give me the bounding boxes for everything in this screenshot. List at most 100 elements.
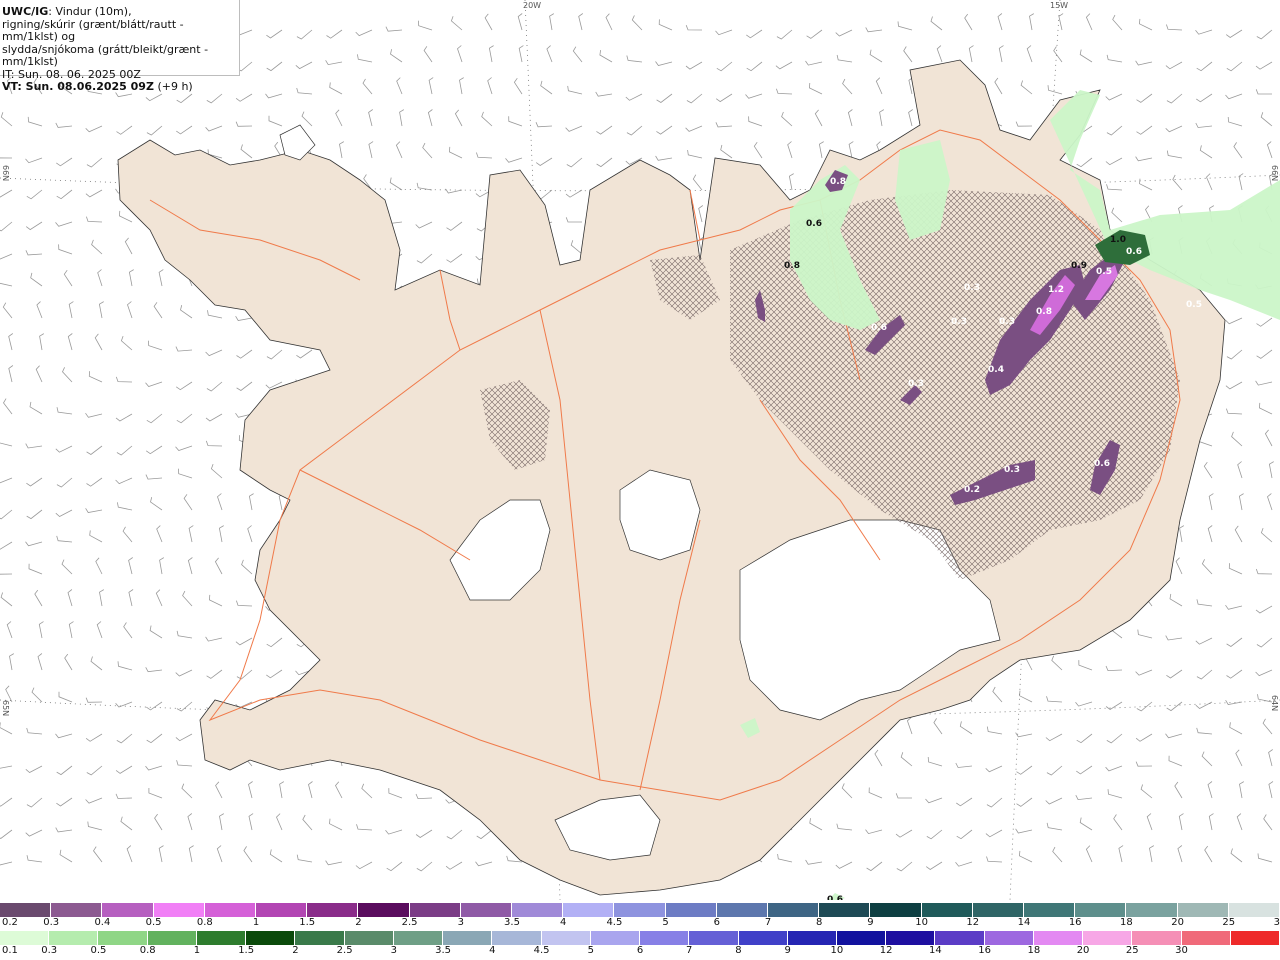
scale-swatch	[1132, 931, 1182, 945]
scale-label: 1.5	[238, 945, 255, 956]
scale-label: 8	[816, 917, 823, 928]
precip-value-label: 0.3	[964, 283, 980, 293]
snow-color-scale: 0.2 0.3 0.4 0.5 0.8 1 1.5 2 2.5 3 3.5 4 4.5 5 6 7 8 9 10 12…	[0, 903, 1280, 931]
valid-time: VT: Sun. 08.06.2025 09Z	[2, 80, 154, 93]
scale-label: 3	[457, 917, 464, 928]
scale-swatch	[738, 931, 788, 945]
precip-value-label: 0.5	[1096, 267, 1112, 277]
scale-swatch	[49, 931, 99, 945]
precip-value-label: 0.6	[871, 323, 887, 333]
scale-label: 9	[867, 917, 874, 928]
scale-swatch	[98, 931, 148, 945]
scale-label: 1	[193, 945, 201, 956]
scale-label: 20	[1171, 917, 1184, 928]
precip-value-label: 0.4	[988, 365, 1004, 375]
scale-label: 4.5	[533, 945, 550, 956]
scale-label: 6	[636, 945, 644, 956]
scale-label: 2	[355, 917, 362, 928]
scale-swatch	[768, 903, 820, 917]
scale-swatch	[443, 931, 493, 945]
scale-swatch	[358, 903, 410, 917]
rain-scale-swatches	[0, 931, 1280, 945]
scale-label: 16	[1068, 917, 1082, 928]
model-name: UWC/IG	[2, 5, 49, 18]
scale-label: 3.5	[504, 917, 520, 928]
rain-color-scale: 0.1 0.3 0.5 0.8 1 1.5 2 2.5 3 3.5 4 4.5 5 6 7 8 9 10 12 14 1…	[0, 931, 1280, 959]
precip-value-label: 0.8	[1036, 307, 1052, 317]
grid-label-66n-left: 66N	[1, 165, 10, 182]
precip-value-label: 0.6	[827, 895, 843, 900]
scale-swatch	[102, 903, 154, 917]
scale-label: 5	[662, 917, 669, 928]
grid-label-64n-right: 64N	[1270, 695, 1279, 712]
scale-swatch	[246, 931, 296, 945]
precip-value-label: 0.9	[1071, 261, 1087, 271]
scale-label: 5	[587, 945, 594, 956]
scale-label: 4.5	[606, 917, 623, 928]
scale-swatch	[665, 903, 717, 917]
precip-value-label: 0.3	[908, 379, 924, 389]
precip-value-label: 0.2	[964, 485, 980, 495]
scale-swatch	[256, 903, 308, 917]
scale-label: 0.1	[2, 945, 18, 956]
scale-label: 1	[252, 917, 260, 928]
map-title: UWC/IG: Vindur (10m), rigning/skúrir (gr…	[0, 0, 240, 93]
grid-label-65n-left: 65N	[1, 700, 10, 717]
scale-label: 25	[1222, 917, 1236, 928]
scale-swatch	[787, 931, 837, 945]
scale-label: 3.5	[435, 945, 452, 956]
scale-swatch	[716, 903, 769, 917]
weather-map: 0.8 0.6 0.8 1.0 0.9 0.6 0.5 1.2 0.8 0.5 0.3 0.3 0.3 0…	[0, 0, 1280, 900]
scale-label: 2	[292, 945, 299, 956]
scale-swatch	[1126, 903, 1178, 917]
scale-label: 2.5	[336, 945, 353, 956]
scale-swatch	[0, 903, 52, 917]
precip-value-label: 0.6	[1094, 459, 1110, 469]
scale-swatch	[972, 903, 1025, 917]
scale-label: 7	[764, 917, 772, 928]
scale-swatch	[147, 931, 197, 945]
precip-value-label: 0.6	[1126, 247, 1142, 257]
scale-swatch	[1075, 903, 1127, 917]
grid-label-20w: 20W	[523, 1, 542, 10]
scale-label: 10	[915, 917, 928, 928]
scale-swatch	[295, 931, 345, 945]
scale-label: 10	[830, 945, 844, 956]
scale-label: 14	[1017, 917, 1031, 928]
scale-swatch	[460, 903, 513, 917]
scale-label: 0.3	[41, 945, 58, 956]
scale-swatch	[512, 903, 564, 917]
scale-label: 0.3	[43, 917, 60, 928]
scale-swatch	[204, 903, 257, 917]
scale-swatch	[196, 931, 247, 945]
rain-scale-labels: 0.1 0.3 0.5 0.8 1 1.5 2 2.5 3 3.5 4 4.5 5 6 7 8 9 10 12 14 1…	[0, 945, 1280, 959]
scale-label: 8	[735, 945, 742, 956]
scale-label: 20	[1076, 945, 1090, 956]
snow-scale-swatches	[0, 903, 1280, 917]
scale-swatch	[1033, 931, 1084, 945]
scale-swatch	[689, 931, 739, 945]
precip-value-label: 0.8	[784, 261, 800, 271]
scale-swatch	[836, 931, 887, 945]
scale-swatch	[563, 903, 615, 917]
scale-swatch	[307, 903, 359, 917]
scale-swatch	[1083, 931, 1133, 945]
scale-label: 2.5	[401, 917, 418, 928]
scale-swatch	[541, 931, 591, 945]
scale-swatch	[492, 931, 542, 945]
scale-swatch	[344, 931, 394, 945]
scale-label: 18	[1120, 917, 1133, 928]
scale-swatch	[640, 931, 690, 945]
precip-value-label: 0.6	[806, 219, 822, 229]
scale-swatch	[51, 903, 103, 917]
scale-swatch	[614, 903, 666, 917]
scale-swatch	[984, 931, 1034, 945]
precip-value-label: 1.0	[1110, 235, 1126, 245]
scale-swatch	[1181, 931, 1231, 945]
lead-time: (+9 h)	[157, 80, 193, 93]
scale-swatch	[935, 931, 985, 945]
scale-label: 30	[1273, 917, 1280, 928]
scale-label: 1.5	[299, 917, 316, 928]
scale-label: 30	[1175, 945, 1188, 956]
scale-label: 16	[978, 945, 991, 956]
